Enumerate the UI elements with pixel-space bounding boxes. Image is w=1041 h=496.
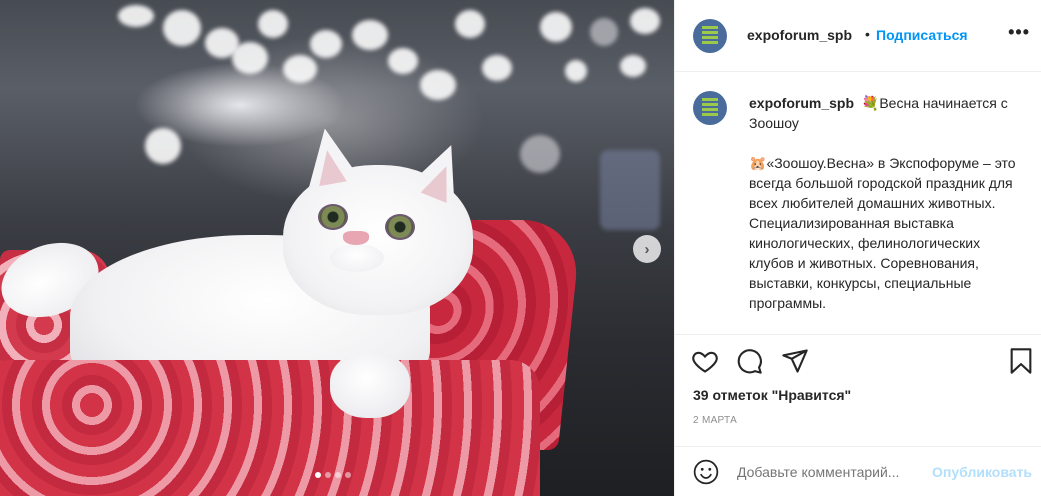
bokeh-light	[388, 48, 418, 74]
carousel-next-button[interactable]: ›	[633, 235, 661, 263]
carousel-dot	[345, 472, 351, 478]
post-photo[interactable]: ›	[0, 0, 674, 496]
bokeh-light	[232, 42, 268, 74]
follow-button[interactable]: Подписаться	[876, 27, 968, 43]
separator-dot: •	[865, 26, 870, 42]
username-link[interactable]: expoforum_spb	[747, 27, 852, 43]
comment-icon[interactable]	[735, 347, 763, 375]
logo-icon	[702, 26, 718, 46]
bokeh-light	[600, 150, 660, 230]
avatar[interactable]	[693, 91, 727, 125]
caption-body: 🐹«Зоошоу.Весна» в Экспофоруме – это всег…	[749, 153, 1024, 313]
cat	[313, 147, 347, 187]
bokeh-light	[630, 8, 660, 34]
bokeh-light	[455, 10, 485, 38]
bokeh-light	[540, 12, 572, 42]
emoji-icon[interactable]	[693, 459, 719, 485]
bokeh-light	[565, 60, 587, 82]
bouquet-emoji: 💐	[861, 95, 880, 111]
bokeh-light	[482, 55, 512, 81]
bokeh-light	[420, 70, 456, 100]
bokeh-light	[258, 10, 288, 38]
bokeh-light	[283, 55, 317, 83]
caption-body-text: «Зоошоу.Весна» в Экспофоруме – это всегд…	[749, 155, 1016, 311]
caption: expoforum_spb 💐Весна начинается с Зоошоу…	[749, 93, 1024, 313]
bokeh-light	[520, 135, 560, 173]
heart-icon[interactable]	[691, 347, 719, 375]
caption-username-link[interactable]: expoforum_spb	[749, 95, 854, 111]
cat	[330, 352, 410, 418]
carousel-dot	[315, 472, 321, 478]
chevron-right-icon: ›	[644, 240, 650, 258]
comment-input[interactable]	[737, 464, 937, 480]
avatar[interactable]	[693, 19, 727, 53]
bokeh-light	[352, 20, 388, 50]
hamster-emoji: 🐹	[749, 155, 767, 171]
share-icon[interactable]	[781, 347, 809, 375]
carousel-dot	[325, 472, 331, 478]
bokeh-light	[163, 10, 201, 46]
carousel-dots	[315, 472, 351, 478]
bokeh-light	[590, 18, 618, 46]
likes-count[interactable]: 39 отметок "Нравится"	[693, 387, 851, 403]
post-sidebar: expoforum_spb • Подписаться ••• expoforu…	[674, 0, 1041, 496]
carousel-dot	[335, 472, 341, 478]
bokeh-light	[310, 30, 342, 58]
pet-bed	[0, 360, 540, 496]
comment-bar: Опубликовать	[675, 446, 1041, 496]
cat	[318, 204, 348, 230]
bokeh-light	[620, 55, 646, 77]
logo-icon	[702, 98, 718, 118]
bookmark-icon[interactable]	[1007, 347, 1035, 375]
more-options-icon[interactable]: •••	[1008, 22, 1030, 43]
post-header: expoforum_spb • Подписаться •••	[675, 0, 1041, 72]
cat	[385, 214, 415, 240]
publish-button[interactable]: Опубликовать	[932, 464, 1032, 480]
cat	[330, 244, 384, 272]
caption-area: expoforum_spb 💐Весна начинается с Зоошоу…	[675, 73, 1041, 335]
bokeh-light	[118, 5, 154, 27]
action-bar	[675, 343, 1041, 383]
bokeh-light	[145, 128, 181, 164]
cat	[343, 231, 369, 245]
post-date[interactable]: 2 МАРТА	[693, 415, 737, 426]
